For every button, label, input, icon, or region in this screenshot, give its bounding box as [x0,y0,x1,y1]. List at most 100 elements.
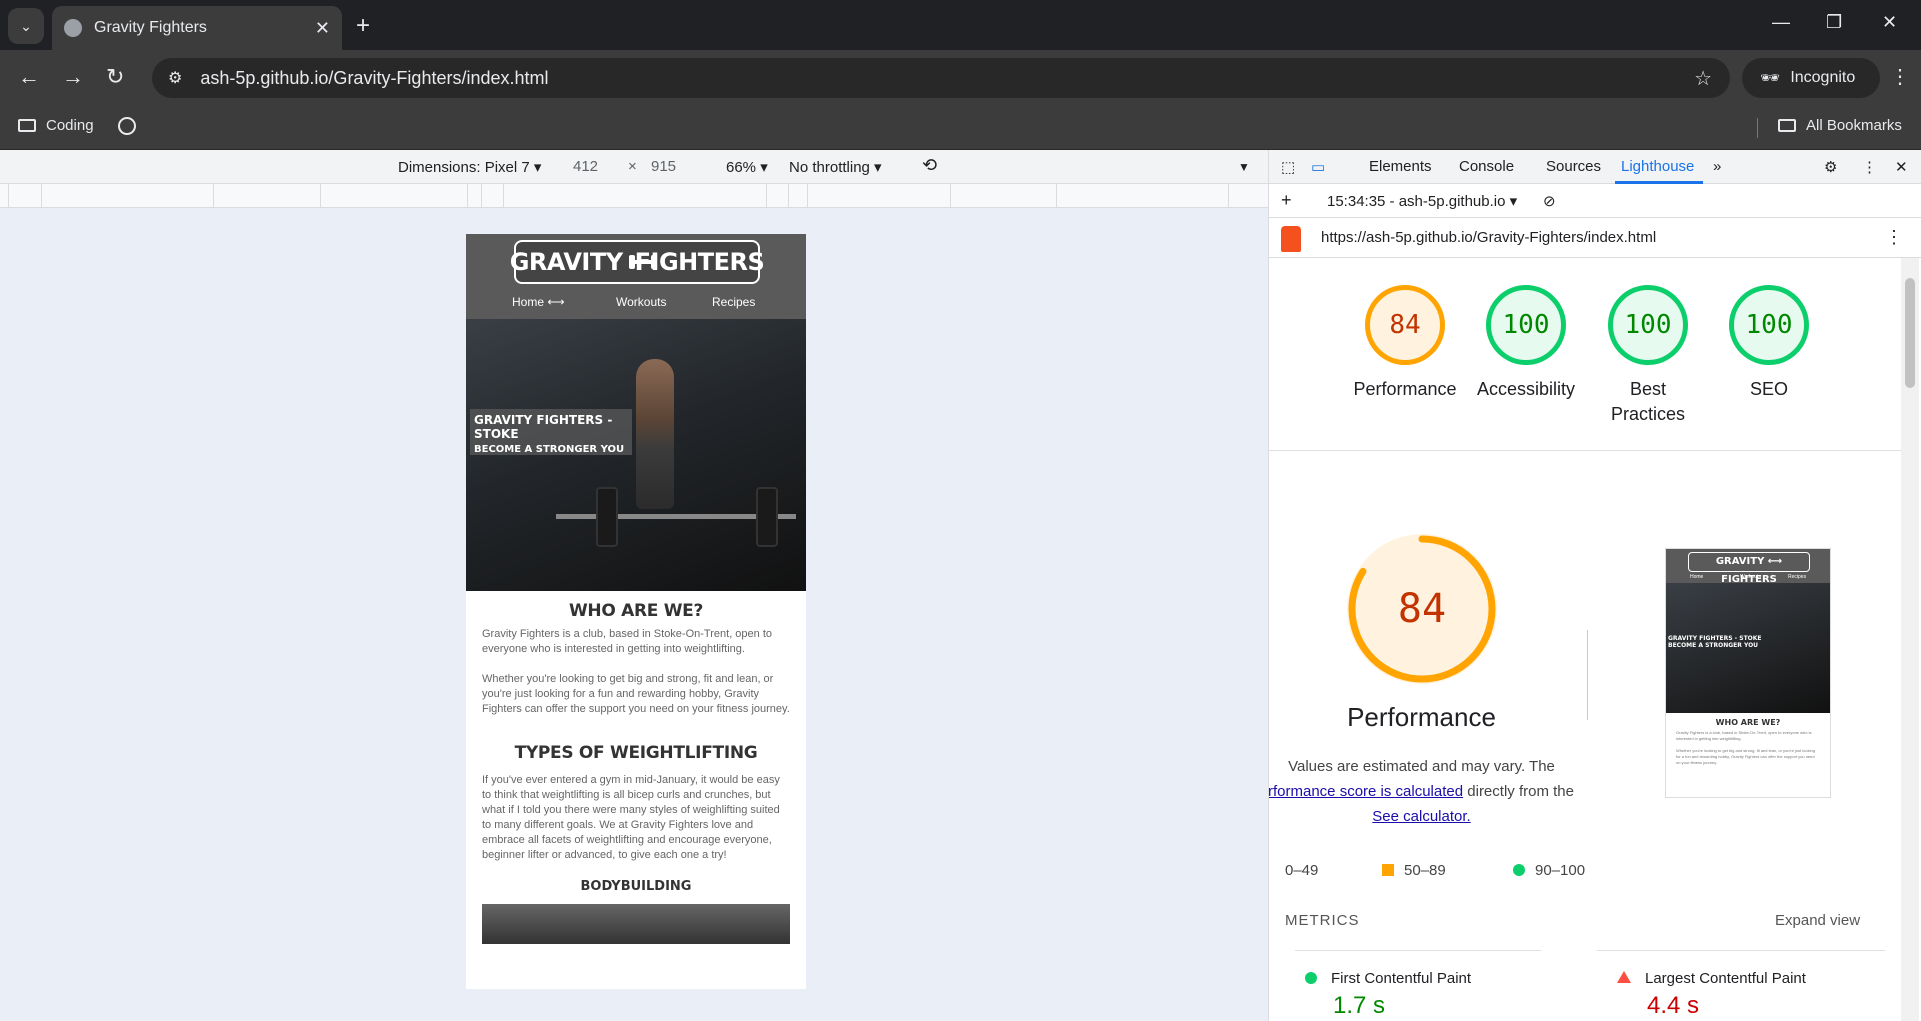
rotate-icon[interactable]: ⟲ [922,155,937,176]
bookmark-label: Coding [46,117,94,134]
browser-menu-icon[interactable]: ⋮ [1890,64,1910,89]
more-tabs-icon[interactable]: » [1713,158,1721,175]
score-label-best-practices: Best Practices [1610,379,1686,424]
forward-icon[interactable]: → [62,64,84,90]
legend-fail: 0–49 [1285,862,1318,879]
metric-label: First Contentful Paint [1331,970,1472,987]
report-scrollbar[interactable] [1901,258,1919,1021]
close-window-icon[interactable]: ✕ [1882,12,1897,33]
devtools-menu-icon[interactable]: ⋮ [1862,158,1877,176]
browser-toolbar: ← → ↻ ⚙ ash-5p.github.io/Gravity-Fighter… [0,50,1921,106]
nav-recipes-link[interactable]: Recipes [712,295,755,309]
site-favicon [64,19,82,37]
expand-view-toggle[interactable]: Expand view [1775,912,1860,929]
score-value: 100 [1745,310,1793,340]
devtools-tabbar: ⬚ ▭ Elements Console Sources Lighthouse … [1269,150,1921,184]
tab-elements[interactable]: Elements [1369,158,1432,175]
browser-tab[interactable]: Gravity Fighters ✕ [52,6,342,50]
site-logo[interactable]: GRAVITY FIGHTERS [510,240,765,284]
thumb-hero: GRAVITY FIGHTERS - STOKE BECOME A STRONGE… [1666,583,1830,713]
clear-reports-icon[interactable]: ⊘ [1543,192,1556,210]
minimize-icon[interactable]: — [1772,12,1790,33]
thumb-nav-workouts: Workouts [1740,574,1762,580]
lighthouse-icon [1281,226,1301,252]
tab-console[interactable]: Console [1459,158,1514,175]
hero-plate [596,487,618,547]
metric-divider [1597,950,1885,951]
hero-title: GRAVITY FIGHTERS - STOKE [474,413,613,441]
score-gauge-seo[interactable]: 100 [1729,285,1809,365]
zoom-dropdown[interactable]: 66% ▾ [726,158,768,176]
emulated-viewport: Dimensions: Pixel 7 ▾ 412 × 915 66% ▾ No… [0,150,1268,1021]
lighthouse-toolbar: + 15:34:35 - ash-5p.github.io ▾ ⊘ [1269,184,1921,218]
device-options-icon[interactable]: ▼ [1238,160,1250,174]
chevron-down-icon: ⌄ [20,17,32,34]
performance-title: Performance [1347,702,1496,732]
final-screenshot-thumbnail[interactable]: GRAVITY ⟷ FIGHTERS Home Workouts Recipes… [1665,548,1831,798]
score-gauge-best-practices[interactable]: 100 [1608,285,1688,365]
metric-fcp-value: 1.7 s [1333,992,1386,1019]
thumb-logo: GRAVITY ⟷ FIGHTERS [1688,552,1810,585]
close-tab-icon[interactable]: ✕ [315,18,330,39]
all-bookmarks-label: All Bookmarks [1806,117,1902,134]
tab-search-button[interactable]: ⌄ [8,8,44,44]
incognito-indicator[interactable]: 🕶 Incognito [1742,58,1880,98]
new-tab-button[interactable]: + [356,12,370,40]
restore-icon[interactable]: ❐ [1826,12,1842,33]
tab-lighthouse[interactable]: Lighthouse [1621,158,1694,175]
thumb-header: GRAVITY ⟷ FIGHTERS Home Workouts Recipes [1666,549,1830,585]
bookmarks-divider [1757,118,1758,138]
see-calculator-link[interactable]: See calculator. [1372,808,1470,825]
device-height-input[interactable]: 915 [651,158,676,175]
metric-lcp: Largest Contentful Paint [1617,970,1806,987]
bodybuilding-image [482,904,790,944]
pass-circle-icon [1513,864,1525,876]
nav-home-link[interactable]: Home ⟷ [512,295,565,309]
thumb-hero-caption: GRAVITY FIGHTERS - STOKE BECOME A STRONGE… [1668,635,1762,649]
address-bar[interactable]: ⚙ ash-5p.github.io/Gravity-Fighters/inde… [152,58,1730,98]
scrollbar-thumb[interactable] [1905,278,1915,388]
score-calculation-link[interactable]: rformance score is calculated [1269,783,1463,800]
device-toolbar: Dimensions: Pixel 7 ▾ 412 × 915 66% ▾ No… [0,150,1268,184]
performance-big-gauge: 84 [1347,534,1497,684]
device-width-input[interactable]: 412 [573,158,598,175]
all-bookmarks-button[interactable]: All Bookmarks [1778,117,1902,134]
logo-text-right: FIGHTERS [634,248,765,276]
thumb-logo-left: GRAVITY [1715,556,1765,567]
report-url: https://ash-5p.github.io/Gravity-Fighter… [1321,229,1657,246]
report-menu-icon[interactable]: ⋮ [1885,227,1903,248]
score-value: 100 [1502,310,1550,340]
thumb-who-p1: Gravity Fighters is a club, based in Sto… [1676,730,1812,741]
hero-image: GRAVITY FIGHTERS - STOKE BECOME A STRONG… [466,319,806,591]
hero-athlete [636,359,674,509]
close-devtools-icon[interactable]: ✕ [1895,158,1908,176]
nav-workouts-link[interactable]: Workouts [616,295,666,309]
score-label-seo: SEO [1749,379,1788,399]
score-gauge-performance[interactable]: 84 [1365,285,1445,365]
score-label-accessibility: Accessibility [1476,379,1576,399]
site-info-icon[interactable]: ⚙ [168,68,182,88]
throttling-label: No throttling [789,159,870,176]
tab-sources[interactable]: Sources [1546,158,1601,175]
bookmark-star-icon[interactable]: ☆ [1694,66,1712,91]
vertical-divider [1587,630,1588,720]
bookmark-folder-coding[interactable]: Coding [18,117,94,134]
zoom-label: 66% [726,159,757,176]
settings-gear-icon[interactable]: ⚙ [1824,158,1837,176]
inspect-element-icon[interactable]: ⬚ [1281,158,1295,176]
legend-label: 50–89 [1404,862,1446,879]
incognito-icon: 🕶 [1760,70,1781,87]
report-selector[interactable]: 15:34:35 - ash-5p.github.io ▾ [1327,192,1517,210]
globe-icon [118,117,136,135]
incognito-label: Incognito [1790,69,1856,86]
device-dimensions-dropdown[interactable]: Dimensions: Pixel 7 ▾ [398,158,541,176]
device-toggle-icon[interactable]: ▭ [1311,158,1325,176]
back-icon[interactable]: ← [18,64,40,90]
bookmark-globe[interactable] [118,117,136,135]
folder-icon [18,119,36,132]
score-gauge-accessibility[interactable]: 100 [1486,285,1566,365]
new-report-icon[interactable]: + [1281,190,1292,211]
url-text: ash-5p.github.io/Gravity-Fighters/index.… [200,67,549,88]
reload-icon[interactable]: ↻ [106,64,124,90]
throttling-dropdown[interactable]: No throttling ▾ [789,158,882,176]
